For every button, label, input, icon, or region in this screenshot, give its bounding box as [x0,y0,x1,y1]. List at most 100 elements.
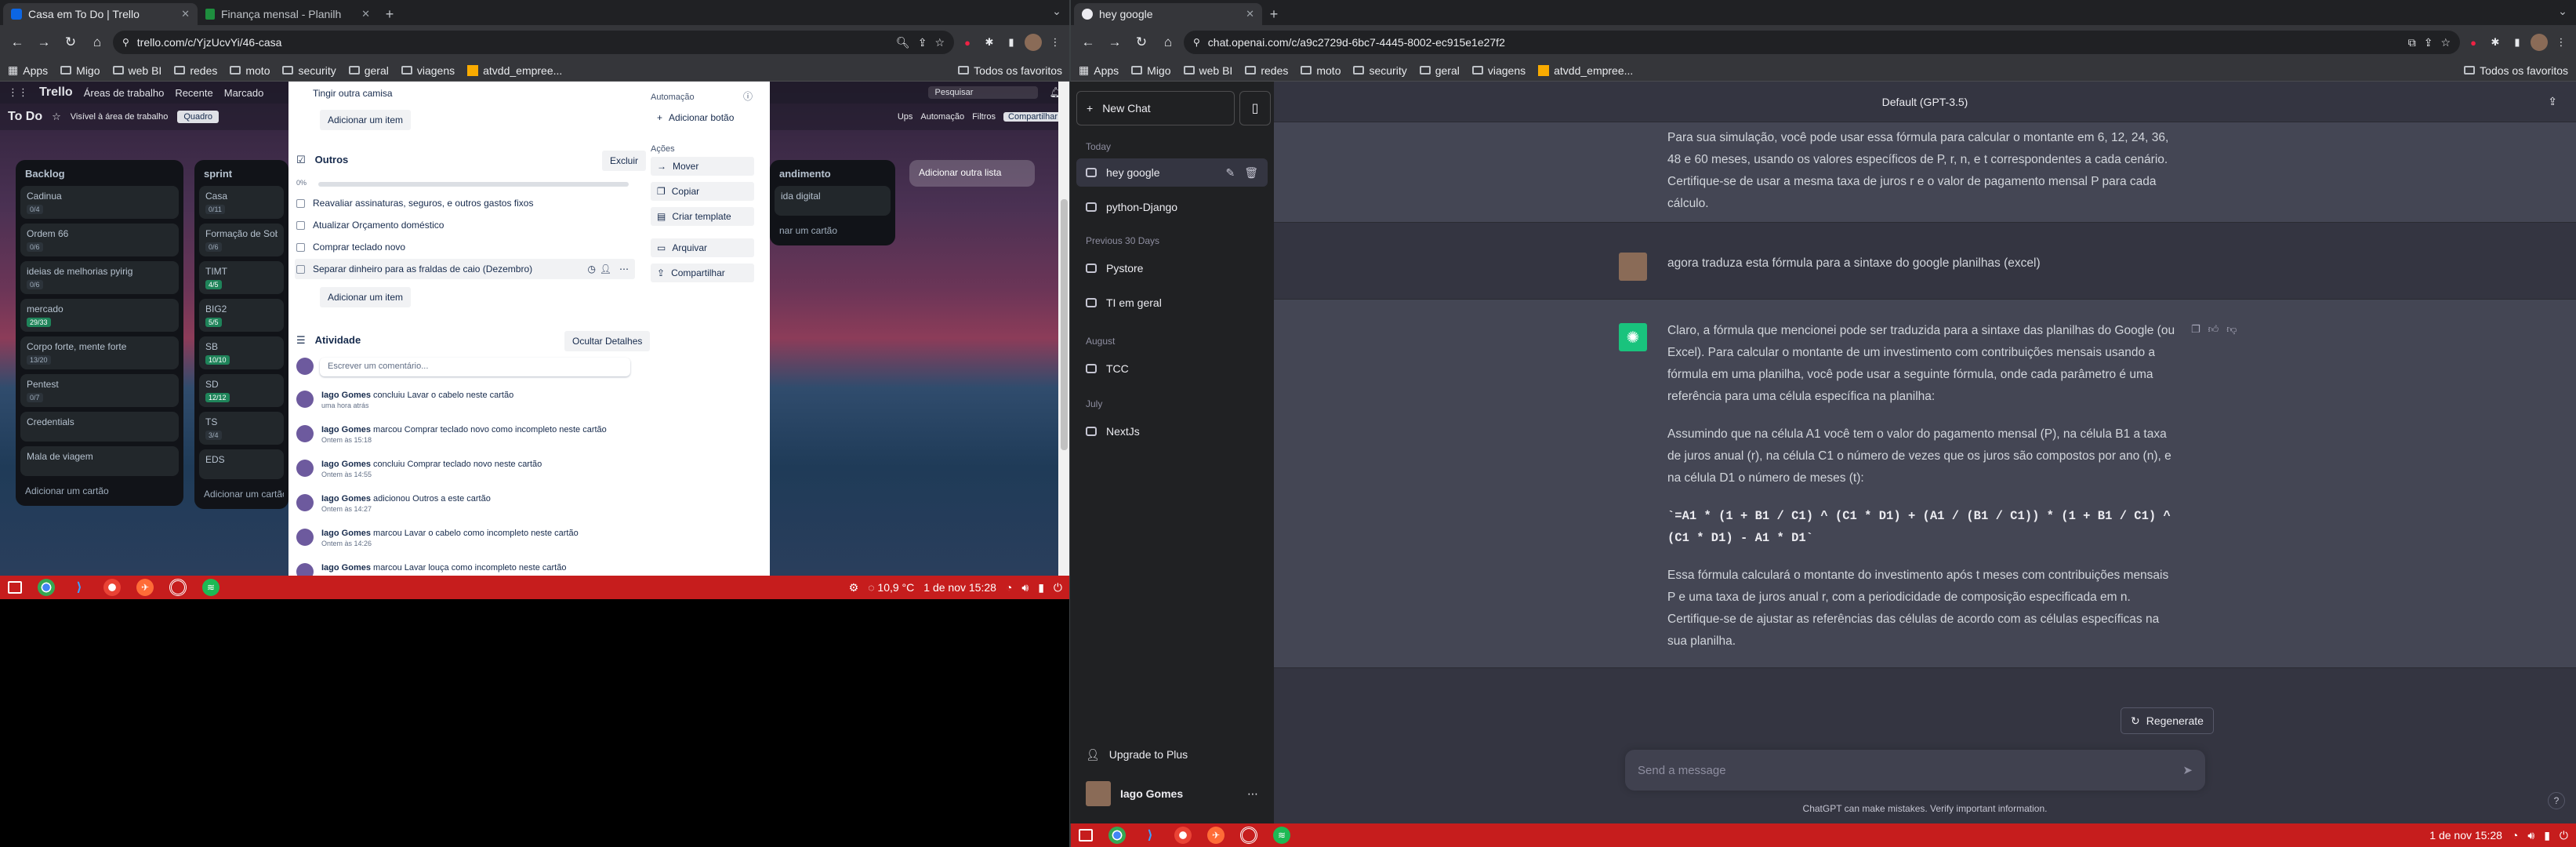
forward-icon[interactable]: → [33,31,55,53]
translate-icon[interactable]: ⧉ [2408,36,2416,49]
copy-icon[interactable]: ❐ [2191,323,2200,336]
target-icon[interactable] [169,579,187,596]
bookmark-folder[interactable]: geral [348,64,389,77]
avatar[interactable] [1025,34,1042,51]
battery-icon[interactable]: ▮ [2544,829,2550,842]
list-card[interactable]: mercado 29/33 [20,299,179,332]
chat-history-item[interactable]: TCC [1076,354,1268,383]
archive-button[interactable]: ▭ Arquivar [651,238,754,257]
activity-user[interactable]: Iago Gomes [321,460,371,469]
close-icon[interactable]: ✕ [1246,8,1254,20]
list-card[interactable]: TS 3/4 [199,412,284,445]
bookmark-link[interactable]: atvdd_empree... [1538,64,1633,77]
wifi-icon[interactable]: ◔ [2512,829,2518,842]
activity-user[interactable]: Iago Gomes [321,494,371,503]
menu-icon[interactable]: ⋮ [1047,34,1064,51]
filter-button[interactable]: Filtros [972,112,996,122]
regenerate-button[interactable]: ↻ Regenerate [2121,707,2214,734]
activity-user[interactable]: Iago Gomes [321,425,371,434]
bookmark-folder[interactable]: viagens [1471,64,1526,77]
bookmark-folder[interactable]: security [282,64,336,77]
puzzle-icon[interactable]: ✱ [2487,34,2504,51]
reload-icon[interactable]: ↻ [60,31,82,53]
send-icon[interactable]: ➤ [2182,763,2193,777]
board-title[interactable]: To Do [8,110,42,124]
checkbox[interactable] [296,199,305,209]
list-title[interactable]: andimento [775,165,891,186]
bookmark-apps[interactable]: ▦ Apps [8,64,48,77]
activity-time[interactable]: Ontem às 14:55 [321,471,542,478]
new-tab-button[interactable]: + [378,3,401,25]
checkbox[interactable] [296,221,305,231]
sidepanel-icon[interactable]: ▮ [2509,34,2526,51]
extension-icon[interactable]: ● [959,34,976,51]
bookmark-link[interactable]: atvdd_empree... [467,64,562,77]
star-icon[interactable]: ☆ [2440,36,2451,49]
user-icon[interactable]: 👤︎ [600,264,611,274]
spotify-icon[interactable]: ≋ [202,579,220,596]
close-icon[interactable]: ✕ [361,8,370,20]
power-icon[interactable]: ⏻ [1054,581,1062,594]
scrollbar-thumb[interactable] [1061,199,1068,450]
zoom-icon[interactable]: 🔍︎ [896,36,910,49]
share-card-button[interactable]: ⇪ Compartilhar [651,264,754,282]
chrome-icon[interactable] [1108,827,1126,844]
bookmark-folder[interactable]: web BI [1183,64,1232,77]
bookmark-folder[interactable]: Migo [60,64,100,77]
home-icon[interactable]: ⌂ [86,31,108,53]
copy-button[interactable]: ❐ Copiar [651,182,754,201]
tab-trello[interactable]: Casa em To Do | Trello ✕ [3,3,198,25]
new-chat-button[interactable]: + New Chat [1076,91,1235,125]
files-icon[interactable] [1079,829,1093,842]
checklist-item[interactable]: Reavaliar assinaturas, seguros, e outros… [296,198,533,209]
chat-history-item[interactable]: NextJs [1076,417,1268,445]
chevron-down-icon[interactable]: ⌄ [2556,5,2570,19]
trello-logo[interactable]: Trello [39,85,73,100]
address-bar[interactable]: ⚲ trello.com/c/YjzUcvYi/46-casa 🔍︎ ⇪ ☆ [113,31,954,54]
share-icon[interactable]: ⇪ [918,36,927,49]
add-list-button[interactable]: Adicionar outra lista [909,160,1035,187]
add-button-button[interactable]: + Adicionar botão [651,108,754,127]
close-icon[interactable]: ✕ [181,8,190,20]
checklist-title[interactable]: Outros [315,154,349,165]
clock-text[interactable]: 1 de nov 15:28 [2429,829,2502,842]
wifi-icon[interactable]: ◔ [1006,581,1012,594]
activity-user[interactable]: Iago Gomes [321,529,371,538]
list-card[interactable]: Credentials [20,412,179,442]
board-visibility[interactable]: Visível à área de trabalho [71,112,169,122]
more-icon[interactable]: ⋯ [619,264,629,274]
chevron-down-icon[interactable]: ⌄ [1050,5,1064,19]
list-card[interactable]: SB 10/10 [199,336,284,369]
list-card[interactable]: ida digital [775,186,891,216]
add-item-button[interactable]: Adicionar um item [320,287,412,307]
bookmark-folder[interactable]: redes [1245,64,1288,77]
vscode-icon[interactable]: ⟩ [71,579,88,596]
tab-sheets[interactable]: Finança mensal - Planilh ✕ [198,3,378,25]
message-input[interactable]: Send a message ➤ [1625,750,2205,791]
bookmark-folder[interactable]: web BI [112,64,161,77]
chat-history-item[interactable]: TI em geral [1076,289,1268,317]
list-card[interactable]: TIMT 4/5 [199,261,284,294]
activity-time[interactable]: Ontem às 15:18 [321,436,607,444]
power-ups-button[interactable]: Ups [898,112,913,122]
new-chat-icon[interactable]: ⇪ [2548,95,2557,108]
automation-button[interactable]: Automação [920,112,964,122]
new-tab-button[interactable]: + [1262,3,1286,25]
list-title[interactable]: sprint [199,165,284,186]
share-button[interactable]: Compartilhar [1003,112,1062,122]
search-input[interactable]: Pesquisar [928,86,1039,99]
help-icon[interactable]: ? [2548,792,2565,809]
trash-icon[interactable]: 🗑︎ [1244,166,1258,180]
apps-grid-icon[interactable]: ⋮⋮ [8,86,28,99]
files-icon[interactable] [8,581,22,594]
activity-user[interactable]: Iago Gomes [321,391,371,400]
site-info-icon[interactable]: ⚲ [122,37,129,48]
avatar[interactable] [2531,34,2548,51]
list-card[interactable]: Pentest 0/7 [20,374,179,407]
postman-icon[interactable]: ✈ [136,579,154,596]
bookmark-folder[interactable]: redes [174,64,217,77]
list-card[interactable]: Formação de Sobrev 0/6 [199,224,284,256]
tab-chatgpt[interactable]: hey google ✕ [1074,3,1262,25]
edit-icon[interactable]: ✎ [1225,166,1235,180]
target-icon[interactable] [1240,827,1257,844]
